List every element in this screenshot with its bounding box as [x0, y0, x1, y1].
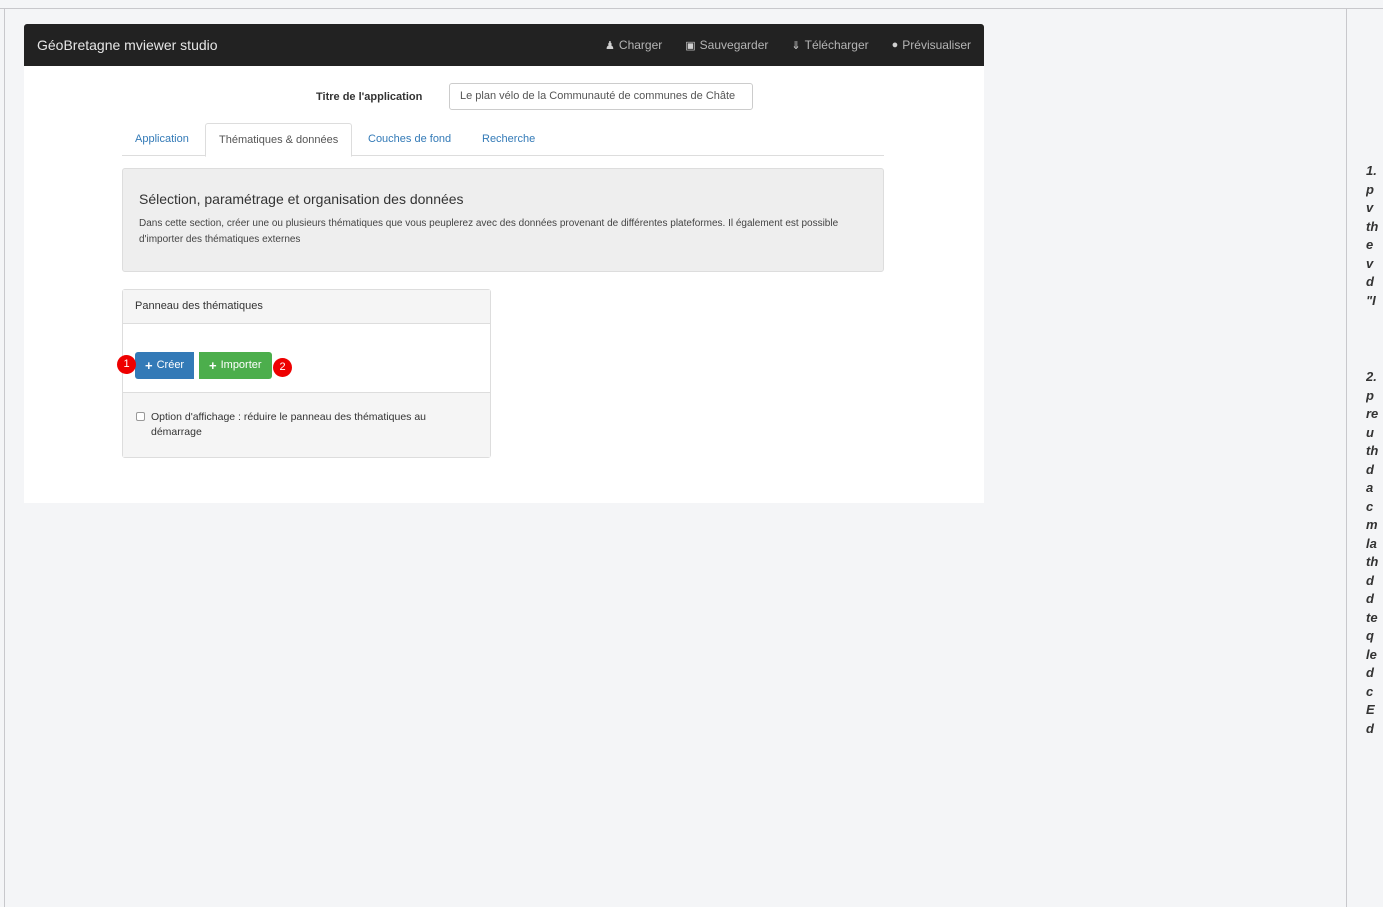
- section-description: Dans cette section, créer une ou plusieu…: [139, 218, 839, 245]
- side-note-line: d: [1366, 274, 1374, 289]
- side-note-line: re: [1366, 406, 1379, 421]
- side-note-line: la: [1366, 535, 1377, 551]
- create-button[interactable]: + Créer: [135, 352, 195, 379]
- charger-button[interactable]: ♟ Charger: [605, 38, 662, 52]
- sauvegarder-label: Sauvegarder: [699, 38, 769, 52]
- side-note-line: "I: [1366, 292, 1376, 308]
- save-icon: ▣: [685, 39, 696, 52]
- side-note-1: 1. p v th e v d "I: [1366, 162, 1383, 310]
- side-note-line: a: [1366, 480, 1374, 495]
- tab-couches-de-fond[interactable]: Couches de fond: [355, 123, 464, 156]
- import-label: Importer: [220, 359, 262, 371]
- charger-label: Charger: [618, 38, 663, 52]
- side-note-line: c: [1366, 683, 1374, 699]
- download-icon: ⇓: [791, 39, 801, 52]
- side-note-line: u: [1366, 424, 1374, 440]
- side-notes: 1. p v th e v d "I 2. p re u th d a c m la th d d te q le d c Ed: [1366, 162, 1383, 738]
- app-window: GéoBretagne mviewer studio ♟ Charger ▣ S…: [24, 24, 984, 503]
- telecharger-button[interactable]: ⇓ Télécharger: [791, 38, 868, 52]
- side-note-2: 2. p re u th d a c m la th d d te q le d c Ed: [1366, 368, 1383, 738]
- import-button[interactable]: + Importer: [199, 352, 272, 379]
- side-note-line: 1.: [1366, 163, 1377, 178]
- side-note-line: v: [1366, 200, 1374, 215]
- title-input[interactable]: Le plan vélo de la Communauté de commune…: [449, 83, 753, 110]
- sauvegarder-button[interactable]: ▣ Sauvegarder: [685, 38, 768, 52]
- panel-body: + Créer + Importer 1 2: [117, 324, 490, 392]
- section-title: Sélection, paramétrage et organisation d…: [139, 191, 464, 207]
- side-note-line: d: [1366, 572, 1374, 588]
- brand-title: GéoBretagne mviewer studio: [37, 37, 218, 53]
- tab-bar: Application Thématiques & données Couche…: [122, 123, 884, 157]
- side-note-line: te: [1366, 609, 1378, 625]
- side-note-line: th: [1366, 554, 1379, 569]
- top-border: [0, 8, 1383, 9]
- globe-icon: ●: [891, 39, 899, 51]
- side-note-line: th: [1366, 218, 1379, 234]
- side-note-line: le: [1366, 646, 1377, 662]
- title-label: Titre de l'application: [316, 91, 423, 103]
- navbar: GéoBretagne mviewer studio ♟ Charger ▣ S…: [24, 24, 984, 66]
- tab-recherche[interactable]: Recherche: [469, 123, 548, 156]
- side-note-line: m: [1366, 517, 1378, 532]
- left-border: [4, 8, 5, 907]
- annotation-marker-1: 1: [117, 355, 136, 374]
- navbar-actions: ♟ Charger ▣ Sauvegarder ⇓ Télécharger ● …: [582, 38, 971, 52]
- side-note-line: th: [1366, 443, 1379, 458]
- side-note-line: d: [1366, 720, 1374, 736]
- side-note-line: c: [1366, 498, 1374, 514]
- previsualiser-label: Prévisualiser: [902, 38, 971, 52]
- side-note-line: v: [1366, 255, 1374, 271]
- create-label: Créer: [156, 359, 185, 371]
- user-icon: ♟: [605, 39, 615, 52]
- collapse-panel-checkbox[interactable]: [136, 412, 145, 421]
- side-note-line: d: [1366, 665, 1374, 680]
- side-note-line: e: [1366, 237, 1374, 252]
- previsualiser-button[interactable]: ● Prévisualiser: [892, 38, 971, 52]
- tab-application[interactable]: Application: [122, 123, 202, 156]
- panel-heading: Panneau des thématiques: [123, 290, 490, 324]
- panel-footer: Option d'affichage : réduire le panneau …: [123, 392, 490, 457]
- side-note-line: p: [1366, 387, 1374, 403]
- side-note-line: d: [1366, 461, 1374, 477]
- side-note-line: d: [1366, 591, 1374, 606]
- thematic-panel: Panneau des thématiques + Créer + Import…: [117, 289, 491, 458]
- plus-icon: +: [209, 358, 217, 373]
- note-gap: [1366, 310, 1383, 368]
- plus-icon: +: [145, 358, 153, 373]
- side-note-line: 2.: [1366, 369, 1377, 384]
- section-intro: Sélection, paramétrage et organisation d…: [122, 168, 884, 272]
- side-note-line: p: [1366, 181, 1374, 197]
- tab-thematiques-donnees[interactable]: Thématiques & données: [205, 123, 353, 157]
- collapse-panel-label[interactable]: Option d'affichage : réduire le panneau …: [151, 410, 471, 440]
- side-note-line: E: [1366, 702, 1375, 717]
- title-input-value: Le plan vélo de la Communauté de commune…: [460, 90, 736, 102]
- right-border: [1346, 8, 1347, 907]
- telecharger-label: Télécharger: [804, 38, 869, 52]
- annotation-marker-2: 2: [273, 358, 292, 377]
- side-note-line: q: [1366, 628, 1374, 643]
